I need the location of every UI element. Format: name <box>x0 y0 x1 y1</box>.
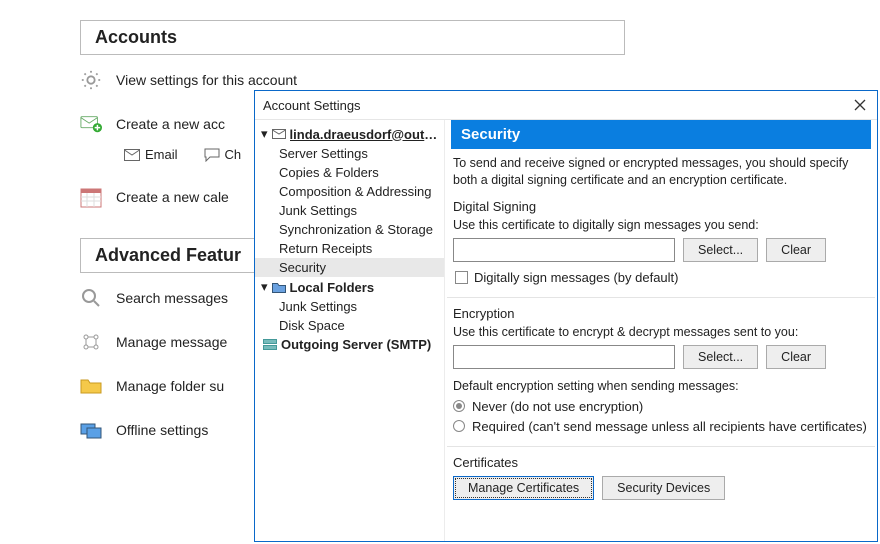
panel-description: To send and receive signed or encrypted … <box>453 155 869 189</box>
add-mail-icon <box>80 113 102 135</box>
dialog-title-text: Account Settings <box>263 98 361 113</box>
offline-settings-label: Offline settings <box>116 422 208 438</box>
signing-hint: Use this certificate to digitally sign m… <box>453 218 869 232</box>
tree-local-folders-label: Local Folders <box>290 280 375 295</box>
search-messages-label: Search messages <box>116 290 228 306</box>
manage-filters-label: Manage message <box>116 334 227 350</box>
sign-default-label: Digitally sign messages (by default) <box>474 270 678 285</box>
filter-icon <box>80 331 102 353</box>
search-icon <box>80 287 102 309</box>
tree-item-local-junk[interactable]: Junk Settings <box>255 297 444 316</box>
server-icon <box>263 339 277 351</box>
mail-icon <box>124 149 140 161</box>
encryption-cert-input[interactable] <box>453 345 675 369</box>
radio-off-icon <box>453 420 465 432</box>
tree-account-label: linda.draeusdorf@outloo... <box>290 127 438 142</box>
email-label: Email <box>145 147 178 162</box>
offline-icon <box>80 419 102 441</box>
tree-item-disk-space[interactable]: Disk Space <box>255 316 444 335</box>
create-account-label: Create a new acc <box>116 116 225 132</box>
tree-item-sync[interactable]: Synchronization & Storage <box>255 220 444 239</box>
certificates-group-label: Certificates <box>453 455 869 470</box>
chat-link[interactable]: Ch <box>204 147 242 162</box>
email-link[interactable]: Email <box>124 147 178 162</box>
view-settings-label: View settings for this account <box>116 72 297 88</box>
tree-item-security[interactable]: Security <box>255 258 444 277</box>
encryption-select-button[interactable]: Select... <box>683 345 758 369</box>
gear-icon <box>80 69 102 91</box>
security-panel: Security To send and receive signed or e… <box>445 120 877 541</box>
manage-certificates-button[interactable]: Manage Certificates <box>453 476 594 500</box>
checkbox-icon <box>455 271 468 284</box>
chat-icon <box>204 148 220 162</box>
encryption-never-radio[interactable]: Never (do not use encryption) <box>453 399 869 414</box>
accounts-header: Accounts <box>80 20 625 55</box>
tree-local-folders-node[interactable]: ▾ Local Folders <box>255 277 444 297</box>
folder-icon <box>272 282 286 293</box>
encryption-clear-button[interactable]: Clear <box>766 345 826 369</box>
view-settings-row[interactable]: View settings for this account <box>80 69 850 91</box>
tree-smtp-label: Outgoing Server (SMTP) <box>281 337 431 352</box>
panel-title: Security <box>451 120 871 149</box>
encryption-never-label: Never (do not use encryption) <box>472 399 643 414</box>
signing-clear-button[interactable]: Clear <box>766 238 826 262</box>
signing-cert-input[interactable] <box>453 238 675 262</box>
folder-icon <box>80 375 102 397</box>
tree-smtp-node[interactable]: Outgoing Server (SMTP) <box>255 335 444 354</box>
tree-item-receipts[interactable]: Return Receipts <box>255 239 444 258</box>
radio-on-icon <box>453 400 465 412</box>
tree-item-composition[interactable]: Composition & Addressing <box>255 182 444 201</box>
security-devices-button[interactable]: Security Devices <box>602 476 725 500</box>
signing-group-label: Digital Signing <box>453 199 869 214</box>
encryption-hint: Use this certificate to encrypt & decryp… <box>453 325 869 339</box>
chevron-down-icon: ▾ <box>261 279 268 295</box>
tree-account-node[interactable]: ▾ linda.draeusdorf@outloo... <box>255 124 444 144</box>
mail-icon <box>272 129 286 139</box>
manage-folders-label: Manage folder su <box>116 378 224 394</box>
signing-select-button[interactable]: Select... <box>683 238 758 262</box>
tree-item-copies-folders[interactable]: Copies & Folders <box>255 163 444 182</box>
encryption-required-radio[interactable]: Required (can't send message unless all … <box>453 419 869 434</box>
account-settings-dialog: Account Settings ▾ linda.draeusdorf@outl… <box>254 90 878 542</box>
sign-default-checkbox[interactable]: Digitally sign messages (by default) <box>455 270 869 285</box>
close-button[interactable] <box>851 96 869 114</box>
tree-item-junk[interactable]: Junk Settings <box>255 201 444 220</box>
encryption-required-label: Required (can't send message unless all … <box>472 419 867 434</box>
encryption-group-label: Encryption <box>453 306 869 321</box>
default-encryption-label: Default encryption setting when sending … <box>453 379 869 393</box>
chevron-down-icon: ▾ <box>261 126 268 142</box>
account-tree: ▾ linda.draeusdorf@outloo... Server Sett… <box>255 120 445 541</box>
tree-item-server-settings[interactable]: Server Settings <box>255 144 444 163</box>
calendar-icon <box>80 186 102 208</box>
create-calendar-label: Create a new cale <box>116 189 229 205</box>
chat-label: Ch <box>225 147 242 162</box>
